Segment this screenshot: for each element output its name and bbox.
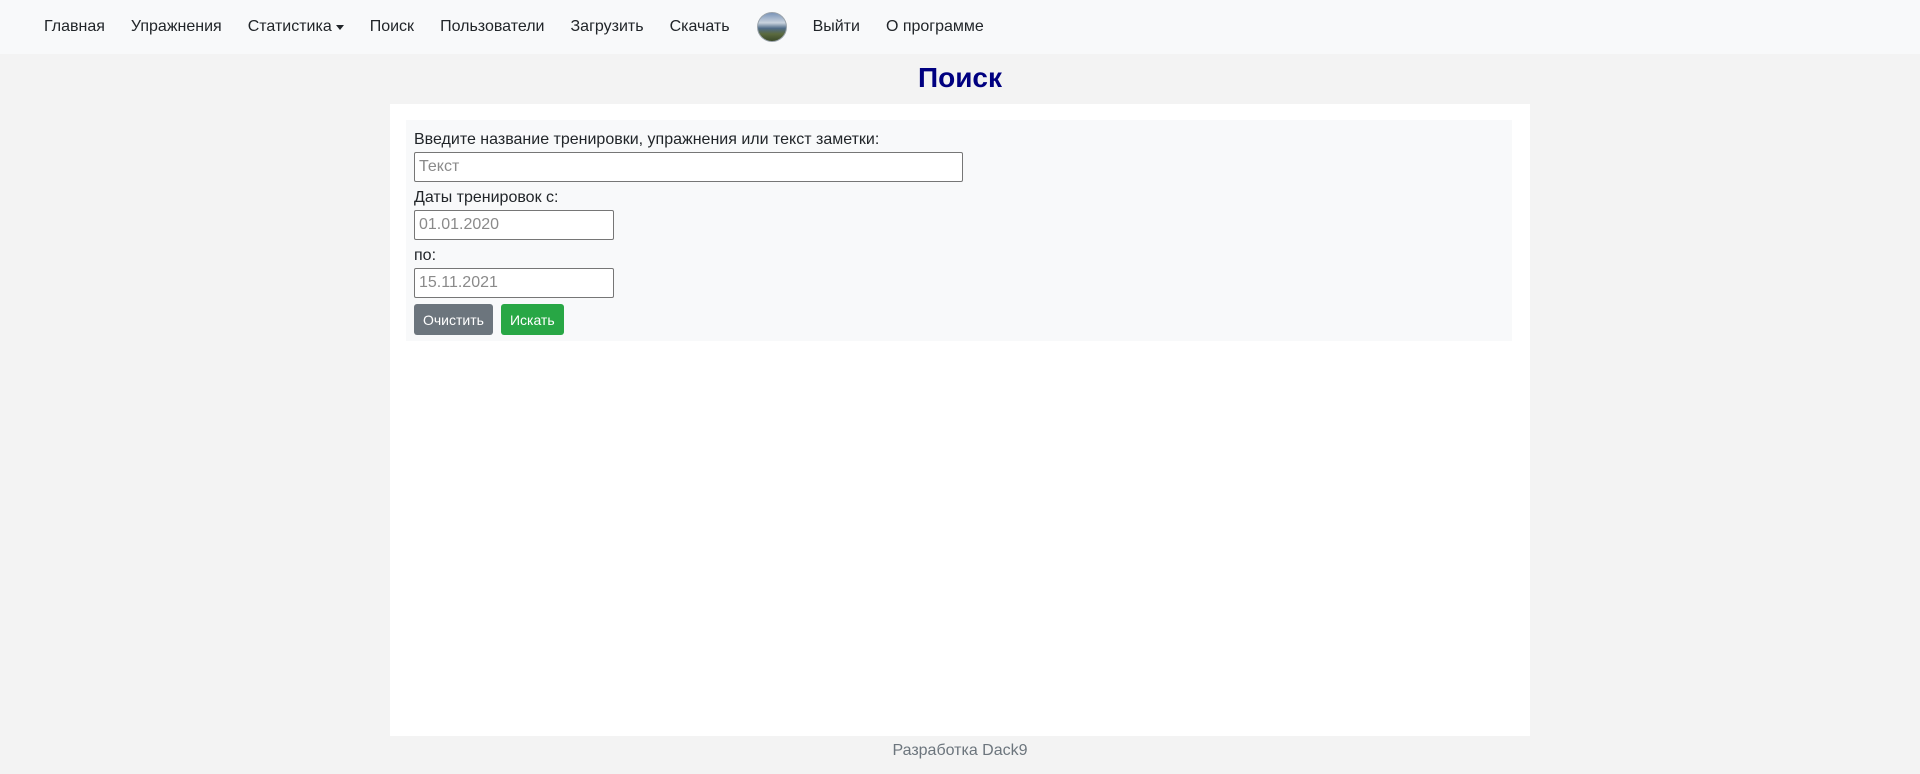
nav-users[interactable]: Пользователи — [440, 18, 544, 36]
search-button[interactable]: Искать — [500, 304, 564, 335]
search-query-input[interactable] — [414, 152, 963, 182]
nav-search[interactable]: Поиск — [370, 18, 414, 36]
nav-home[interactable]: Главная — [44, 18, 105, 36]
date-from-input[interactable] — [414, 210, 614, 240]
caret-down-icon — [335, 24, 344, 30]
nav-logout[interactable]: Выйти — [813, 18, 860, 36]
nav-statistics-dropdown[interactable]: Статистика — [248, 18, 344, 36]
footer: Разработка Dack9 — [892, 742, 1028, 759]
clear-button[interactable]: Очистить — [414, 304, 493, 335]
top-navbar: Главная Упражнения Статистика Поиск Поль… — [0, 0, 1920, 54]
nav-statistics-label: Статистика — [247, 18, 332, 35]
form-buttons: Очистить Искать — [414, 304, 1504, 335]
main-content: Введите название тренировки, упражнения … — [390, 104, 1530, 736]
nav-exercises[interactable]: Упражнения — [131, 18, 222, 36]
date-to-label: по: — [414, 247, 437, 264]
user-avatar[interactable] — [756, 12, 787, 42]
date-to-input[interactable] — [414, 268, 614, 298]
date-from-label: Даты тренировок с: — [414, 189, 559, 206]
nav-download[interactable]: Скачать — [670, 18, 730, 36]
search-form: Введите название тренировки, упражнения … — [406, 120, 1512, 341]
query-label: Введите название тренировки, упражнения … — [414, 131, 880, 148]
nav-upload[interactable]: Загрузить — [571, 18, 644, 36]
page-title: Поиск — [917, 62, 1003, 93]
nav-about[interactable]: О программе — [886, 18, 984, 36]
